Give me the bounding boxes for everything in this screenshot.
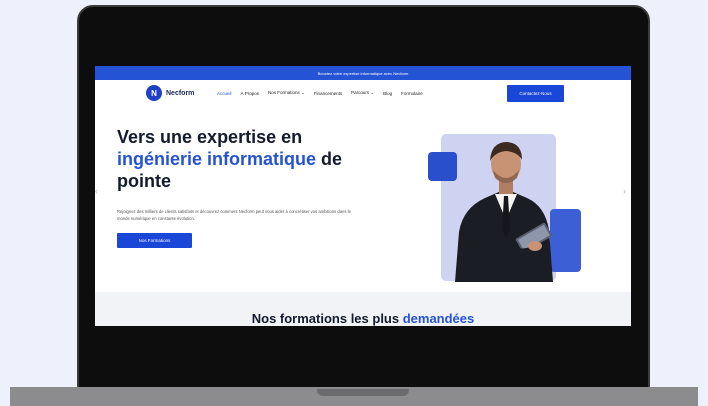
section-title-highlight: demandées	[402, 311, 475, 326]
nav-item-financements[interactable]: Financements	[314, 91, 342, 96]
nav-item-blog[interactable]: Blog	[383, 91, 392, 96]
section-title: Nos formations les plus demandées	[95, 311, 631, 326]
hero-title-de: de	[316, 149, 343, 169]
nav-item-accueil[interactable]: Accueil	[217, 91, 232, 96]
carousel-prev-icon[interactable]: ‹	[95, 186, 98, 196]
nav-item-nos-formations[interactable]: Nos Formations ⌄	[268, 90, 305, 96]
laptop-notch	[317, 389, 409, 396]
nav-item-formulaire[interactable]: Formulaire	[401, 91, 423, 96]
nav-menu: Accueil À Propos Nos Formations ⌄ Financ…	[217, 80, 423, 106]
website-screen: Boostez votre expertise informatique ave…	[95, 66, 631, 326]
main-nav: N Necform Accueil À Propos Nos Formation…	[95, 80, 631, 106]
hero-title-line1: Vers une expertise en	[117, 127, 303, 147]
nav-item-a-propos[interactable]: À Propos	[241, 91, 260, 96]
nos-formations-button[interactable]: Nos Formations	[117, 233, 192, 248]
announcement-text: Boostez votre expertise informatique ave…	[317, 70, 409, 76]
carousel-next-icon[interactable]: ›	[623, 186, 626, 196]
logo[interactable]: N Necform	[146, 85, 194, 101]
hero-title-line3: pointe	[117, 171, 171, 191]
nav-item-parcours[interactable]: Parcours ⌄	[351, 90, 374, 96]
hero-title-line2: ingénierie informatique de	[117, 148, 377, 170]
hero-title-highlight: ingénierie informatique	[117, 149, 317, 169]
hero-title: Vers une expertise en ingénierie informa…	[117, 126, 377, 192]
hero-person-image	[455, 142, 553, 282]
section-title-prefix: Nos formations les plus	[251, 311, 403, 326]
logo-text: Necform	[166, 89, 195, 97]
hero-description: Rejoignez des milliers de clients satisf…	[117, 209, 351, 221]
contact-button[interactable]: Contactez-Nous	[507, 85, 564, 102]
logo-icon: N	[146, 85, 162, 101]
announcement-bar: Boostez votre expertise informatique ave…	[95, 66, 631, 80]
